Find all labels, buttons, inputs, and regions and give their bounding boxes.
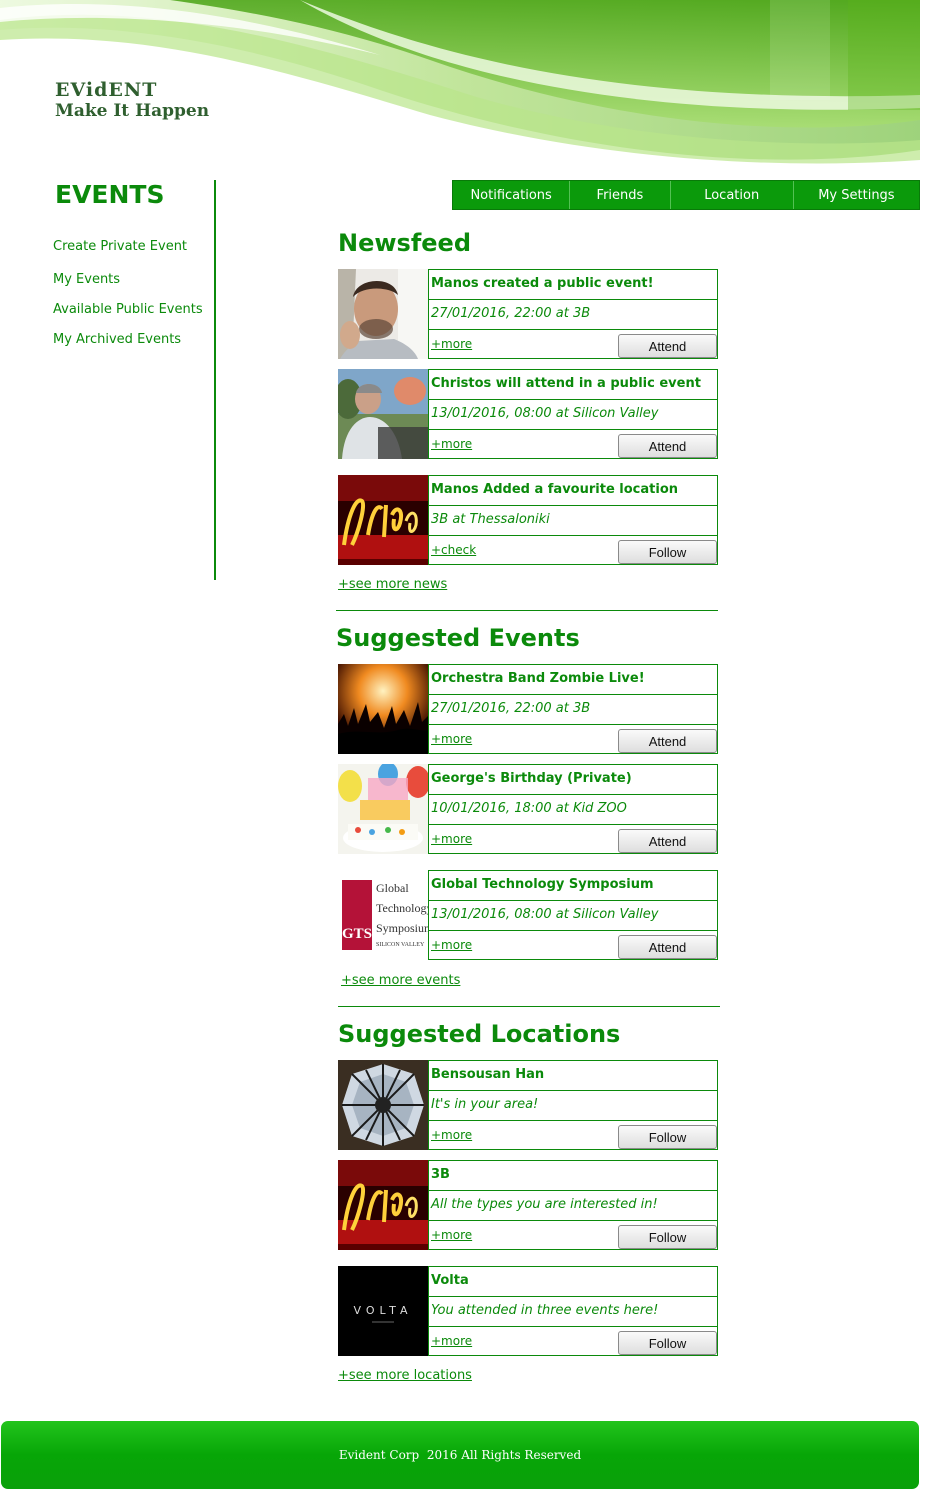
news-item-detail: 3B at Thessaloniki — [429, 506, 717, 536]
event-item-title: George's Birthday (Private) — [429, 765, 717, 795]
news-item-title: Manos created a public event! — [429, 270, 717, 300]
event-item: GTS Global Technology Symposium SILICON … — [338, 870, 718, 960]
news-item: Manos created a public event! 27/01/2016… — [338, 269, 718, 359]
user-photo — [338, 369, 428, 459]
news-item-box: Manos created a public event! 27/01/2016… — [428, 269, 718, 359]
news-item-detail: 13/01/2016, 08:00 at Silicon Valley — [429, 400, 717, 430]
gts-line: SILICON VALLEY — [376, 942, 425, 948]
event-item-title: Orchestra Band Zombie Live! — [429, 665, 717, 695]
news-item-title: Manos Added a favourite location — [429, 476, 717, 506]
newsfeed-title: Newsfeed — [338, 229, 471, 257]
header-banner: EVidENT Make It Happen — [0, 0, 920, 170]
location-item-box: Bensousan Han It's in your area! +more F… — [428, 1060, 718, 1150]
location-item: Bensousan Han It's in your area! +more F… — [338, 1060, 718, 1150]
attend-button[interactable]: Attend — [618, 434, 717, 458]
nav-location[interactable]: Location — [671, 181, 794, 209]
gts-line: Symposium — [376, 921, 428, 935]
location-item: 3B All the types you are interested in! … — [338, 1160, 718, 1250]
more-link[interactable]: +more — [431, 1228, 472, 1242]
sidebar-link-available-public-events[interactable]: Available Public Events — [53, 302, 203, 317]
more-link[interactable]: +more — [431, 1128, 472, 1142]
attend-button[interactable]: Attend — [618, 935, 717, 959]
location-item-box: 3B All the types you are interested in! … — [428, 1160, 718, 1250]
sidebar-title: EVENTS — [55, 180, 165, 209]
suggested-locations-title: Suggested Locations — [338, 1020, 621, 1048]
sidebar-link-my-events[interactable]: My Events — [53, 272, 120, 287]
more-link[interactable]: +more — [431, 437, 472, 451]
gts-logo: GTS Global Technology Symposium SILICON … — [338, 870, 428, 960]
location-item-title: Bensousan Han — [429, 1061, 717, 1091]
event-item-box: George's Birthday (Private) 10/01/2016, … — [428, 764, 718, 854]
location-item-title: Volta — [429, 1267, 717, 1297]
follow-button[interactable]: Follow — [618, 1125, 717, 1149]
location-item-detail: You attended in three events here! — [429, 1297, 717, 1327]
event-item-title: Global Technology Symposium — [429, 871, 717, 901]
more-link[interactable]: +more — [431, 1334, 472, 1348]
location-item-title: 3B — [429, 1161, 717, 1191]
sidebar-link-my-archived-events[interactable]: My Archived Events — [53, 332, 181, 347]
suggested-events-title: Suggested Events — [336, 624, 580, 652]
attend-button[interactable]: Attend — [618, 334, 717, 358]
see-more-events-link[interactable]: +see more events — [341, 973, 460, 988]
follow-button[interactable]: Follow — [618, 1225, 717, 1249]
location-item-detail: All the types you are interested in! — [429, 1191, 717, 1221]
brand-tagline: Make It Happen — [55, 101, 210, 121]
attend-button[interactable]: Attend — [618, 829, 717, 853]
news-item-box: Manos Added a favourite location 3B at T… — [428, 475, 718, 565]
event-photo — [338, 664, 428, 754]
check-link[interactable]: +check — [431, 543, 476, 557]
event-item-detail: 13/01/2016, 08:00 at Silicon Valley — [429, 901, 717, 931]
nav-friends[interactable]: Friends — [570, 181, 671, 209]
more-link[interactable]: +more — [431, 832, 472, 846]
news-item-box: Christos will attend in a public event 1… — [428, 369, 718, 459]
more-link[interactable]: +more — [431, 732, 472, 746]
event-item: Orchestra Band Zombie Live! 27/01/2016, … — [338, 664, 718, 754]
brand-name: EVidENT — [55, 79, 158, 101]
event-item-detail: 10/01/2016, 18:00 at Kid ZOO — [429, 795, 717, 825]
attend-button[interactable]: Attend — [618, 729, 717, 753]
follow-button[interactable]: Follow — [618, 540, 717, 564]
location-photo — [338, 1060, 428, 1150]
news-item: Christos will attend in a public event 1… — [338, 369, 718, 459]
event-photo — [338, 764, 428, 854]
brand-logo: EVidENT Make It Happen — [55, 79, 210, 122]
news-item-title: Christos will attend in a public event — [429, 370, 717, 400]
event-item-detail: 27/01/2016, 22:00 at 3B — [429, 695, 717, 725]
volta-mark: VOLTA — [354, 1304, 413, 1317]
location-item-detail: It's in your area! — [429, 1091, 717, 1121]
follow-button[interactable]: Follow — [618, 1331, 717, 1355]
volta-logo: VOLTA — [338, 1266, 428, 1356]
nav-notifications[interactable]: Notifications — [453, 181, 571, 209]
news-item: Manos Added a favourite location 3B at T… — [338, 475, 718, 565]
footer: Evident Corp 2016 All Rights Reserved — [1, 1421, 919, 1489]
news-item-detail: 27/01/2016, 22:00 at 3B — [429, 300, 717, 330]
event-item-box: Orchestra Band Zombie Live! 27/01/2016, … — [428, 664, 718, 754]
location-item: VOLTA Volta You attended in three events… — [338, 1266, 718, 1356]
section-divider — [336, 610, 718, 611]
event-item: George's Birthday (Private) 10/01/2016, … — [338, 764, 718, 854]
section-divider — [338, 1006, 720, 1007]
top-nav: Notifications Friends Location My Settin… — [452, 180, 920, 210]
see-more-locations-link[interactable]: +see more locations — [338, 1368, 472, 1383]
footer-copyright: Evident Corp 2016 All Rights Reserved — [338, 1448, 582, 1462]
sidebar-divider — [214, 180, 216, 580]
more-link[interactable]: +more — [431, 938, 472, 952]
event-item-box: Global Technology Symposium 13/01/2016, … — [428, 870, 718, 960]
see-more-news-link[interactable]: +see more news — [338, 577, 447, 592]
nav-my-settings[interactable]: My Settings — [794, 181, 919, 209]
venue-photo — [338, 475, 428, 565]
sidebar-link-create-private-event[interactable]: Create Private Event — [53, 239, 187, 254]
location-photo — [338, 1160, 428, 1250]
user-photo — [338, 269, 428, 359]
gts-mark: GTS — [342, 926, 372, 942]
gts-line: Technology — [376, 901, 428, 915]
gts-line: Global — [376, 881, 409, 895]
location-item-box: Volta You attended in three events here!… — [428, 1266, 718, 1356]
more-link[interactable]: +more — [431, 337, 472, 351]
